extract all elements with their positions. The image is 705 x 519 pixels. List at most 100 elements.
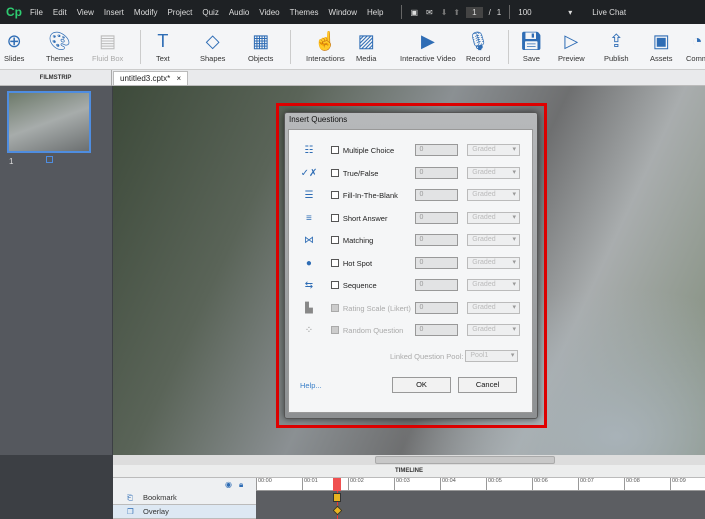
slide-number: 1 xyxy=(9,157,14,166)
question-label: True/False xyxy=(342,168,379,178)
toolbar-publish-button[interactable]: ⇪ Publish xyxy=(604,28,629,64)
question-count-input[interactable]: 0 xyxy=(415,302,459,314)
question-checkbox[interactable] xyxy=(330,259,339,267)
toolbar-text-button[interactable]: T Text xyxy=(156,28,170,64)
question-type-select[interactable]: Graded xyxy=(467,212,520,224)
overlay-icon: ❐ xyxy=(127,507,134,516)
menu-themes[interactable]: Themes xyxy=(290,8,319,17)
question-count-input[interactable]: 0 xyxy=(415,144,459,156)
timeline-ruler[interactable]: 00:00 00:01 00:02 00:03 00:04 00:05 00:06 00:07… xyxy=(256,478,705,491)
question-checkbox[interactable] xyxy=(330,191,339,199)
question-type-select[interactable]: Graded xyxy=(467,189,520,201)
question-type-select[interactable]: Graded xyxy=(467,234,520,246)
mail-icon[interactable]: ✉ xyxy=(426,8,433,17)
toolbar-fluid-box-button[interactable]: ▤ Fluid Box xyxy=(92,28,124,64)
menu-edit[interactable]: Edit xyxy=(53,8,67,17)
menu-modify[interactable]: Modify xyxy=(134,8,158,17)
close-icon[interactable]: × xyxy=(177,74,182,83)
live-chat-link[interactable]: Live Chat xyxy=(592,8,626,17)
arrow-down-icon[interactable]: ⬇ xyxy=(441,8,448,17)
menu-window[interactable]: Window xyxy=(329,8,357,17)
ok-button[interactable]: OK xyxy=(392,377,451,393)
question-type-select[interactable]: Graded xyxy=(467,144,520,156)
divider xyxy=(401,5,403,19)
question-type-icon: ≡ xyxy=(306,212,312,224)
toolbar-shapes-button[interactable]: ◇ Shapes xyxy=(200,28,225,64)
menu-quiz[interactable]: Quiz xyxy=(202,8,218,17)
menu-project[interactable]: Project xyxy=(167,8,192,17)
toolbar-preview-button[interactable]: ▷ Preview xyxy=(558,28,585,64)
question-count-input[interactable]: 0 xyxy=(415,324,459,336)
question-checkbox[interactable] xyxy=(330,214,339,222)
question-row: ⋈ Matching 0 Graded xyxy=(300,232,520,248)
question-checkbox[interactable] xyxy=(330,281,339,289)
monitor-icon[interactable]: ▣ xyxy=(410,8,418,17)
layer-bookmark[interactable]: ⎗ Bookmark xyxy=(113,491,256,505)
layer-overlay[interactable]: ❐ Overlay xyxy=(113,505,256,519)
timeline-tick: 00:03 xyxy=(394,478,410,491)
main-toolbar: ⊕ Slides 🎨︎ Themes ▤ Fluid Box T Text ◇ Shapes ▦ Ob… xyxy=(0,24,705,70)
text-T-icon: T xyxy=(157,30,169,51)
scrollbar-thumb[interactable] xyxy=(375,456,555,464)
question-row: ⇆ Sequence 0 Graded xyxy=(300,277,520,293)
toolbar-slides-button[interactable]: ⊕ Slides xyxy=(4,28,24,64)
question-count-input[interactable]: 0 xyxy=(415,189,459,201)
timeline-tick: 00:02 xyxy=(348,478,364,491)
question-type-select[interactable]: Graded xyxy=(467,324,520,336)
menu-audio[interactable]: Audio xyxy=(229,8,249,17)
question-count-input[interactable]: 0 xyxy=(415,212,459,224)
question-count-input[interactable]: 0 xyxy=(415,234,459,246)
question-label: Random Question xyxy=(342,325,404,335)
document-tab[interactable]: untitled3.cptx* × xyxy=(113,71,189,86)
toolbar-divider xyxy=(140,30,141,64)
question-type-icon: ☷ xyxy=(304,144,314,156)
toolbar-comm-button[interactable]: ◔ Comm xyxy=(686,28,705,64)
toolbar-label: Fluid Box xyxy=(92,54,124,63)
toolbar-assets-button[interactable]: ▣ Assets xyxy=(650,28,673,64)
menu-view[interactable]: View xyxy=(77,8,94,17)
question-type-select[interactable]: Graded xyxy=(467,167,520,179)
fluid-box-icon: ▤ xyxy=(99,30,117,51)
box-icon: ▣ xyxy=(652,30,670,51)
lock-icon[interactable]: 🔒︎ xyxy=(239,480,243,490)
toolbar-save-button[interactable]: 💾︎ Save xyxy=(520,28,543,64)
menu-insert[interactable]: Insert xyxy=(104,8,124,17)
toolbar-media-button[interactable]: ▨ Media xyxy=(356,28,376,64)
bookmark-marker[interactable] xyxy=(333,493,341,502)
toolbar-label: Themes xyxy=(46,54,74,63)
menu-file[interactable]: File xyxy=(30,8,43,17)
linked-pool-select[interactable]: Pool1 xyxy=(465,350,519,362)
toolbar-label: Text xyxy=(156,54,170,63)
toolbar-interactive-video-button[interactable]: ▶ Interactive Video xyxy=(400,28,456,64)
cancel-button[interactable]: Cancel xyxy=(458,377,517,393)
arrow-up-icon[interactable]: ⬆ xyxy=(453,8,460,17)
question-checkbox[interactable] xyxy=(330,169,339,177)
question-label: Hot Spot xyxy=(342,258,373,268)
menu-help[interactable]: Help xyxy=(367,8,383,17)
playhead[interactable] xyxy=(333,478,341,491)
question-type-select[interactable]: Graded xyxy=(467,257,520,269)
timeline-tick: 00:09 xyxy=(670,478,686,491)
question-type-select[interactable]: Graded xyxy=(467,279,520,291)
toolbar-interactions-button[interactable]: ☝ Interactions xyxy=(306,28,345,64)
toolbar-divider xyxy=(290,30,291,64)
toolbar-objects-button[interactable]: ▦ Objects xyxy=(248,28,273,64)
question-count-input[interactable]: 0 xyxy=(415,279,459,291)
toolbar-record-button[interactable]: 🎙︎ Record xyxy=(466,28,490,64)
chevron-down-icon[interactable]: ▾ xyxy=(568,8,572,17)
question-label: Rating Scale (Likert) xyxy=(342,303,411,313)
menu-video[interactable]: Video xyxy=(259,8,279,17)
question-checkbox[interactable] xyxy=(330,236,339,244)
toolbar-themes-button[interactable]: 🎨︎ Themes xyxy=(46,28,74,64)
question-checkbox[interactable] xyxy=(330,146,339,154)
question-checkbox[interactable] xyxy=(330,304,339,312)
page-input[interactable]: 1 xyxy=(466,6,483,18)
question-count-input[interactable]: 0 xyxy=(415,167,459,179)
help-link[interactable]: Help... xyxy=(300,381,322,390)
zoom-select[interactable]: 100 xyxy=(518,8,568,17)
question-checkbox[interactable] xyxy=(330,326,339,334)
question-count-input[interactable]: 0 xyxy=(415,257,459,269)
slide-thumbnail[interactable] xyxy=(7,91,91,153)
question-type-select[interactable]: Graded xyxy=(467,302,520,314)
eye-icon[interactable]: ◉ xyxy=(225,480,232,489)
